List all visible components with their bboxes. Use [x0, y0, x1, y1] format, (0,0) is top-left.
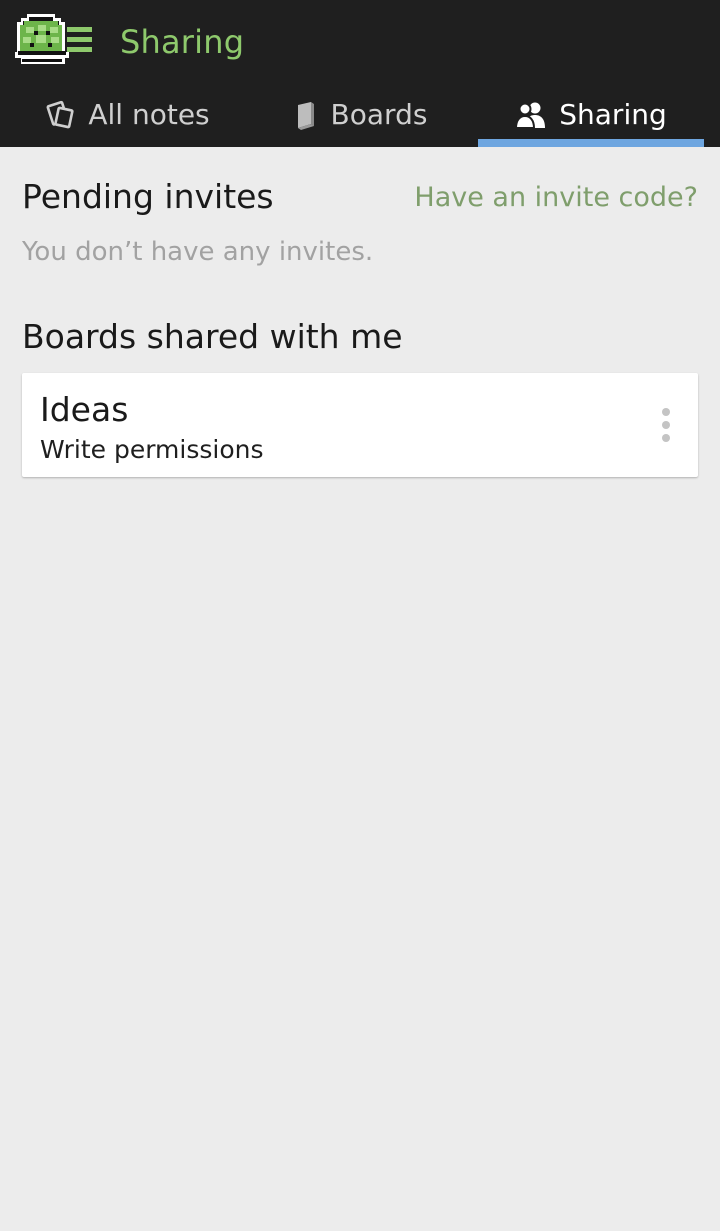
pending-invites-heading: Pending invites [22, 177, 274, 216]
no-invites-message: You don’t have any invites. [22, 237, 374, 267]
shared-boards-heading: Boards shared with me [22, 317, 403, 356]
tab-label: All notes [88, 98, 210, 131]
tab-label: Boards [330, 98, 428, 131]
book-icon [293, 100, 319, 130]
board-name: Ideas [40, 390, 129, 429]
top-app-bar: Sharing All notes Boards Sharing [0, 0, 720, 147]
notes-icon [46, 100, 76, 130]
turtle-shell-menu-icon [15, 14, 92, 64]
tab-label: Sharing [559, 98, 667, 131]
people-icon [515, 100, 547, 130]
tab-all-notes[interactable]: All notes [0, 82, 256, 147]
tab-bar: All notes Boards Sharing [0, 82, 720, 147]
invite-code-link[interactable]: Have an invite code? [414, 180, 698, 216]
tab-sharing[interactable]: Sharing [478, 82, 704, 147]
board-overflow-menu-button[interactable] [648, 403, 684, 447]
shared-board-card[interactable]: Ideas Write permissions [22, 373, 698, 477]
tab-boards[interactable]: Boards [240, 82, 480, 147]
board-permissions: Write permissions [40, 435, 264, 464]
app-screen: Sharing All notes Boards Sharing Pending… [0, 0, 720, 1231]
selected-tab-indicator [478, 139, 704, 147]
page-title: Sharing [120, 23, 245, 61]
app-menu-button[interactable] [12, 10, 100, 72]
more-vert-icon [662, 408, 670, 442]
